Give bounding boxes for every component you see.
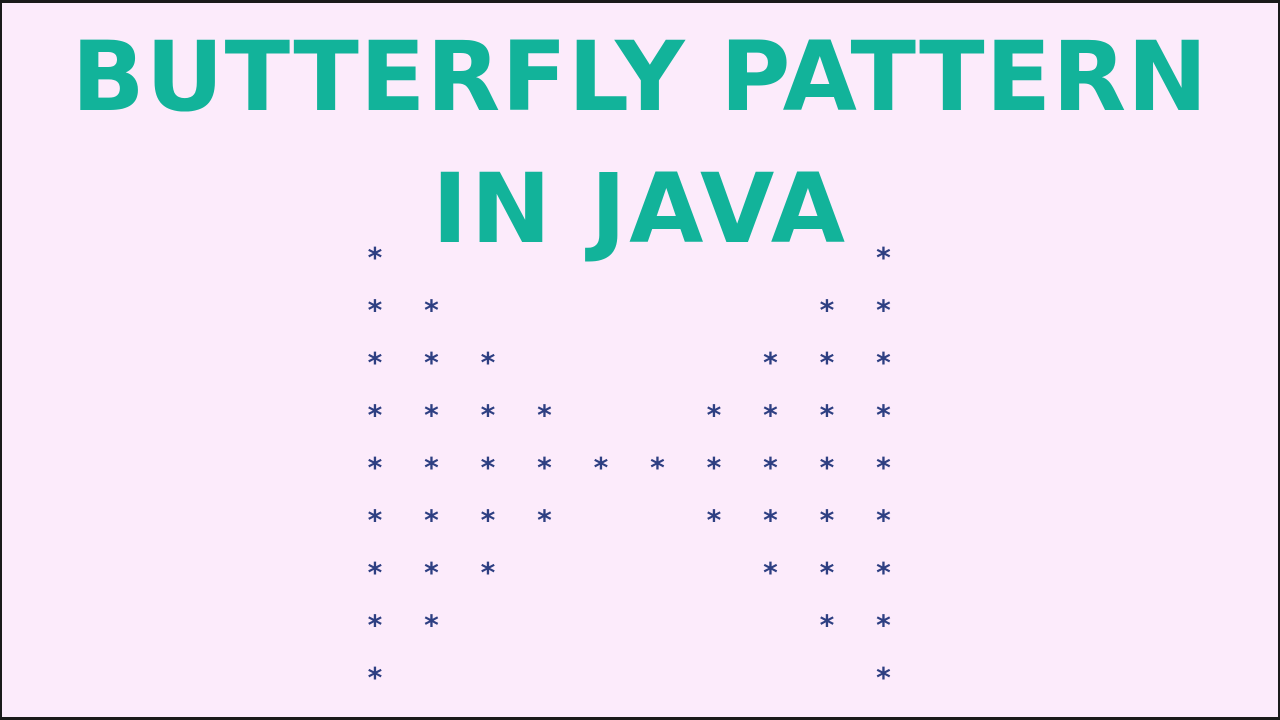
star: * <box>537 399 552 432</box>
star: * <box>820 451 835 484</box>
star: * <box>424 556 439 589</box>
star: * <box>876 451 891 484</box>
star: * <box>763 556 778 589</box>
star: * <box>820 294 835 327</box>
star: * <box>481 451 496 484</box>
star: * <box>763 346 778 379</box>
star: * <box>594 451 609 484</box>
star: * <box>368 504 383 537</box>
star: * <box>368 556 383 589</box>
star: * <box>707 399 722 432</box>
star: * <box>537 451 552 484</box>
star: * <box>368 241 383 274</box>
star: * <box>368 346 383 379</box>
star: * <box>876 399 891 432</box>
star: * <box>368 451 383 484</box>
star: * <box>707 504 722 537</box>
star: * <box>763 504 778 537</box>
star: * <box>650 451 665 484</box>
star: * <box>424 294 439 327</box>
star: * <box>368 294 383 327</box>
star: * <box>481 556 496 589</box>
star: * <box>820 504 835 537</box>
star: * <box>876 661 891 694</box>
star: * <box>876 556 891 589</box>
star: * <box>368 609 383 642</box>
star: * <box>424 451 439 484</box>
star: * <box>707 451 722 484</box>
star: * <box>820 609 835 642</box>
butterfly-pattern: * * * * * * * * * * * * * * * * * * * * * * * * * * * * * * * * * * * * * * * *… <box>368 241 892 694</box>
star: * <box>876 294 891 327</box>
star: * <box>424 609 439 642</box>
star: * <box>763 399 778 432</box>
star: * <box>876 241 891 274</box>
star: * <box>763 451 778 484</box>
star: * <box>876 504 891 537</box>
star: * <box>537 504 552 537</box>
star: * <box>820 399 835 432</box>
star: * <box>368 661 383 694</box>
star: * <box>820 556 835 589</box>
star: * <box>876 609 891 642</box>
star: * <box>424 346 439 379</box>
star: * <box>481 399 496 432</box>
star: * <box>481 504 496 537</box>
star: * <box>820 346 835 379</box>
star: * <box>424 399 439 432</box>
star: * <box>424 504 439 537</box>
slide-canvas: BUTTERFLY PATTERN IN JAVA * * * * * * * * * * * * * *… <box>2 3 1278 717</box>
star: * <box>481 346 496 379</box>
star: * <box>368 399 383 432</box>
star: * <box>876 346 891 379</box>
